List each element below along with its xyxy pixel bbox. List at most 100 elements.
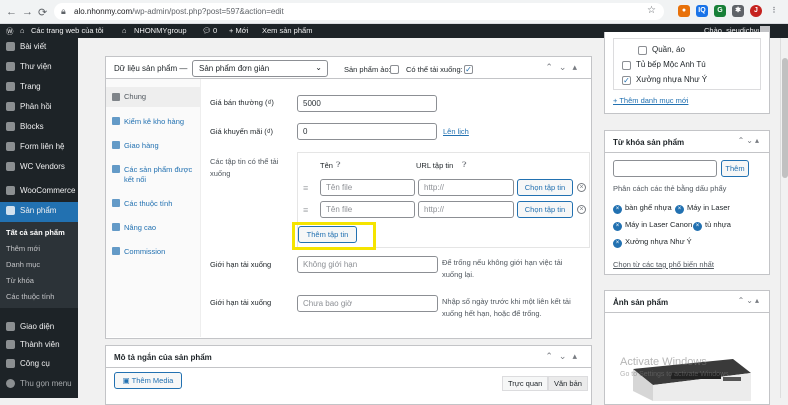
download-limit-input[interactable]: Không giới hạn [297,256,438,273]
arrow-up-icon[interactable]: ⌃ [738,136,747,145]
sidebar-item-tools[interactable]: Công cụ [0,355,78,373]
remove-file-icon[interactable]: × [577,205,586,214]
drag-handle-icon[interactable]: ≡ [303,183,308,193]
media-icon [6,62,15,71]
remove-tag-icon[interactable]: × [613,222,622,231]
box-controls[interactable]: ⌃⌄▴ [738,296,761,305]
my-sites-link[interactable]: Các trang web của tôi [31,26,104,35]
sidebar-item-posts[interactable]: Bài viết [0,38,78,56]
choose-file-button[interactable]: Chọn tập tin [517,201,573,218]
box-controls[interactable]: ⌃⌄▴ [545,351,583,362]
drag-handle-icon[interactable]: ≡ [303,205,308,215]
toggle-icon[interactable]: ▴ [572,62,583,72]
product-data-tabs: Chung Kiểm kê kho hàng Giao hàng Các sản… [106,79,201,337]
box-controls[interactable]: ⌃⌄▴ [545,62,583,73]
download-limit-description: Để trống nếu không giới hạn việc tải xuố… [442,258,563,279]
file-url-input[interactable]: http:// [418,201,514,218]
view-product-link[interactable]: Xem sản phẩm [262,26,312,35]
extension-iq-icon[interactable]: IQ [696,5,708,17]
address-bar[interactable]: 🔒︎ alo.nhonmy.com/wp-admin/post.php?post… [54,3,664,20]
product-tags-header: Từ khóa sản phẩm ⌃⌄▴ [605,131,769,153]
bookmark-star-icon[interactable]: ☆ [647,5,656,16]
sale-price-input[interactable]: 0 [297,123,437,140]
toggle-icon[interactable]: ▴ [755,136,761,145]
extensions-puzzle-icon[interactable]: ✱ [732,5,744,17]
sidebar-item-contact-form[interactable]: Form liên hệ [0,138,78,156]
tag-input[interactable] [613,160,717,177]
collapse-menu[interactable]: Thu gọn menu [0,375,78,393]
wrench-icon [6,359,15,368]
category-checkbox[interactable] [638,46,647,55]
toggle-icon[interactable]: ▴ [572,351,583,361]
arrow-up-icon[interactable]: ⌃ [545,351,559,361]
choose-file-button[interactable]: Chọn tập tin [517,179,573,196]
add-category-link[interactable]: + Thêm danh mục mới [613,96,688,105]
add-tag-button[interactable]: Thêm [721,160,749,177]
downloadable-checkbox[interactable]: ✓ [464,65,473,74]
remove-tag-icon[interactable]: × [675,205,684,214]
woocommerce-icon [6,186,15,195]
remove-tag-icon[interactable]: × [613,239,622,248]
choose-popular-tags-link[interactable]: Chọn từ các tag phổ biến nhất [613,259,714,271]
schedule-link[interactable]: Lên lịch [443,127,469,136]
link-icon [112,165,120,173]
arrow-down-icon[interactable]: ⌄ [559,351,573,361]
arrow-down-icon[interactable]: ⌄ [559,62,573,72]
submenu-categories[interactable]: Danh mục [6,260,40,269]
page-scrollbar[interactable] [780,38,788,398]
box-controls[interactable]: ⌃⌄▴ [738,136,761,145]
category-checkbox[interactable]: ✓ [622,76,631,85]
submenu-add-new[interactable]: Thêm mới [6,244,40,253]
arrow-down-icon[interactable]: ⌄ [746,136,755,145]
profile-avatar-icon[interactable]: J [750,5,762,17]
file-name-input[interactable]: Tên file [320,201,415,218]
arrow-up-icon[interactable]: ⌃ [545,62,559,72]
comments-count: 0 [213,26,218,35]
add-media-button[interactable]: ▣ Thêm Media [114,372,182,389]
file-url-input[interactable]: http:// [418,179,514,196]
sidebar-item-appearance[interactable]: Giao diện [0,318,78,336]
tab-visual[interactable]: Trực quan [502,376,549,391]
gear-icon [112,247,120,255]
extension-icon[interactable]: ● [678,5,690,17]
remove-file-icon[interactable]: × [577,183,586,192]
regular-price-label: Giá bán thường (₫) [210,98,274,107]
sidebar-item-pages[interactable]: Trang [0,78,78,96]
sidebar-item-comments[interactable]: Phản hồi [0,98,78,116]
sidebar-item-users[interactable]: Thành viên [0,336,78,354]
submenu-tags[interactable]: Từ khóa [6,276,34,285]
arrow-down-icon[interactable]: ⌄ [746,296,755,305]
scroll-thumb[interactable] [782,58,788,178]
site-name-link[interactable]: NHONMYgroup [134,26,187,35]
tag-item: × Máy in Laser Canon [613,220,692,231]
sidebar-item-blocks[interactable]: Blocks [0,118,78,136]
wrench-icon [112,93,120,101]
virtual-checkbox[interactable] [390,65,399,74]
browser-menu-icon[interactable]: ⋮ [768,5,780,17]
sidebar-item-wc-vendors[interactable]: WC Vendors [0,158,78,176]
arrow-up-icon[interactable]: ⌃ [738,296,747,305]
forward-icon[interactable]: → [22,6,33,18]
category-checkbox[interactable] [622,61,631,70]
comments-icon[interactable]: 💬︎ [202,26,212,35]
back-icon[interactable]: ← [6,6,17,18]
reload-icon[interactable]: ⟳ [38,6,47,19]
toggle-icon[interactable]: ▴ [755,296,761,305]
sidebar-item-products[interactable]: Sản phẩm [0,202,78,222]
sidebar-item-media[interactable]: Thư viện [0,58,78,76]
wordpress-logo-icon[interactable]: Ⓦ [6,26,14,37]
extension-translate-icon[interactable]: G [714,5,726,17]
file-name-input[interactable]: Tên file [320,179,415,196]
remove-tag-icon[interactable]: × [613,205,622,214]
tab-text[interactable]: Văn bản [548,376,588,391]
download-expiry-input[interactable]: Chưa bao giờ [297,295,438,312]
remove-tag-icon[interactable]: × [693,222,702,231]
submenu-all-products[interactable]: Tất cả sản phẩm [6,228,65,237]
product-type-select[interactable]: Sản phẩm đơn giản ⌄ [192,60,328,77]
tab-general[interactable]: Chung [106,87,201,107]
submenu-attributes[interactable]: Các thuộc tính [6,292,54,301]
regular-price-input[interactable]: 5000 [297,95,437,112]
help-icon: ❓︎ [462,160,467,169]
new-content-link[interactable]: + Mới [229,26,248,35]
sidebar-item-woocommerce[interactable]: WooCommerce [0,182,78,200]
